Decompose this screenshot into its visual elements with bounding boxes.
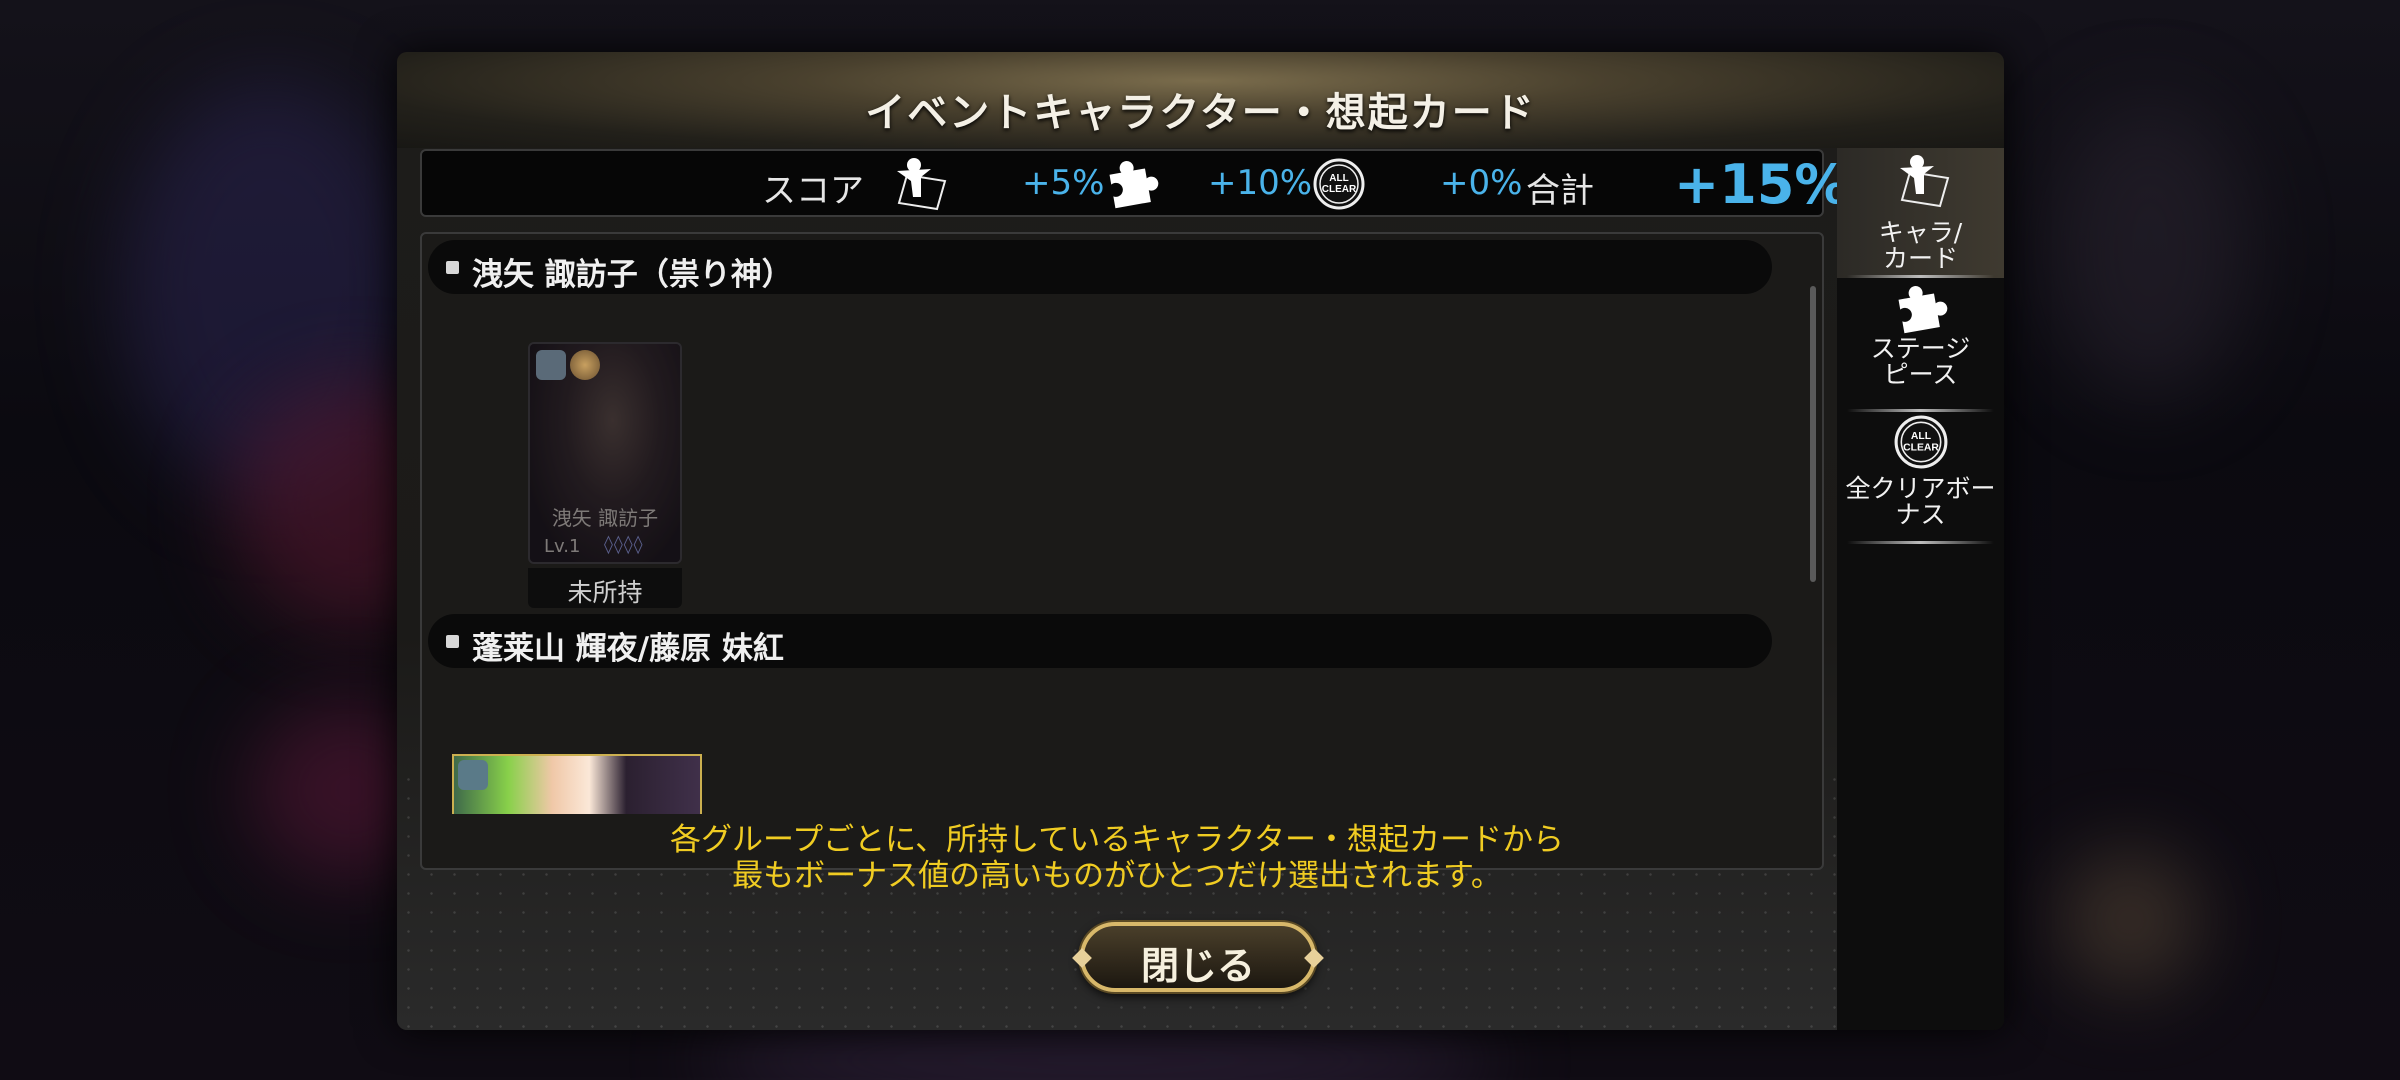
all-clear-bonus-value: +0% [1440, 163, 1523, 203]
total-label: 合計 [1526, 171, 1594, 211]
tab-chara-card[interactable]: キャラ/ カード [1837, 148, 2004, 278]
tab-divider [1847, 541, 1994, 544]
card-type-badge [536, 350, 566, 380]
puzzle-piece-icon [1893, 282, 1949, 340]
tab-divider [1847, 409, 1994, 412]
bonus-dialog: イベントキャラクター・想起カード スコア +5% +10% ALL CLEAR … [397, 52, 2004, 1030]
character-card[interactable] [452, 754, 702, 814]
chara-card-icon [1890, 152, 1952, 214]
group-bullet [446, 635, 459, 648]
dialog-title: イベントキャラクター・想起カード [865, 90, 1536, 136]
svg-text:ALL: ALL [1329, 173, 1348, 184]
card-rank-gems: ◊◊◊◊ [604, 534, 644, 555]
score-bar: スコア +5% +10% ALL CLEAR +0% 合計 +15% [420, 149, 1849, 217]
notice-line-2: 最もボーナス値の高いものがひとつだけ選出されます。 [732, 858, 1502, 894]
bonus-list[interactable]: 洩矢 諏訪子（祟り神） 洩矢 諏訪子 Lv.1 ◊◊◊◊ 未所持 蓬莱山 輝夜/… [420, 232, 1824, 870]
tab-label-line-2: ナス [1895, 500, 1946, 529]
group-bullet [446, 261, 459, 274]
all-clear-icon: ALL CLEAR [1312, 157, 1366, 215]
tab-label-line-1: 全クリアボー [1845, 474, 1996, 503]
chara-card-icon [887, 155, 949, 217]
close-button-label: 閉じる [1140, 944, 1255, 988]
chara-bonus-value: +5% [1022, 163, 1105, 203]
card-level: Lv.1 [544, 536, 581, 557]
group-header: 洩矢 諏訪子（祟り神） [428, 240, 1772, 294]
tab-label-line-2: ピース [1883, 360, 1958, 389]
tab-label-line-1: キャラ/ [1878, 218, 1963, 247]
all-clear-icon: ALL CLEAR [1893, 414, 1949, 474]
group-label: 洩矢 諏訪子（祟り神） [472, 257, 793, 293]
notice-line-1: 各グループごとに、所持しているキャラクター・想起カードから [669, 822, 1565, 858]
tab-divider [1847, 275, 1994, 278]
svg-text:ALL: ALL [1911, 431, 1932, 442]
card-element-badge [570, 350, 600, 380]
card-name: 洩矢 諏訪子 [551, 506, 659, 530]
score-label: スコア [762, 171, 864, 211]
tab-label-line-2: カード [1882, 244, 1958, 273]
card-status: 未所持 [528, 568, 682, 608]
tab-all-clear-bonus[interactable]: ALL CLEAR 全クリアボー ナス [1837, 414, 2004, 544]
list-scrollbar[interactable] [1810, 286, 1816, 582]
character-card[interactable]: 洩矢 諏訪子 Lv.1 ◊◊◊◊ [528, 342, 682, 564]
tab-label-line-1: ステージ [1870, 334, 1971, 363]
group-label: 蓬莱山 輝夜/藤原 妹紅 [472, 631, 784, 667]
card-type-badge [458, 760, 488, 790]
dialog-header: イベントキャラクター・想起カード [397, 52, 2004, 148]
svg-text:CLEAR: CLEAR [1322, 184, 1357, 195]
total-bonus-value: +15% [1674, 153, 1849, 216]
stage-piece-bonus-value: +10% [1208, 163, 1313, 203]
group-header: 蓬莱山 輝夜/藤原 妹紅 [428, 614, 1772, 668]
puzzle-piece-icon [1104, 157, 1160, 215]
svg-text:CLEAR: CLEAR [1903, 442, 1939, 453]
side-tab-bar: キャラ/ カード ステージ ピース ALL CLEAR 全クリアボー ナス [1837, 148, 2004, 1030]
selection-notice: 各グループごとに、所持しているキャラクター・想起カードから 最もボーナス値の高い… [397, 822, 1837, 894]
tab-stage-piece[interactable]: ステージ ピース [1837, 282, 2004, 412]
close-button[interactable]: 閉じる [1072, 922, 1324, 992]
